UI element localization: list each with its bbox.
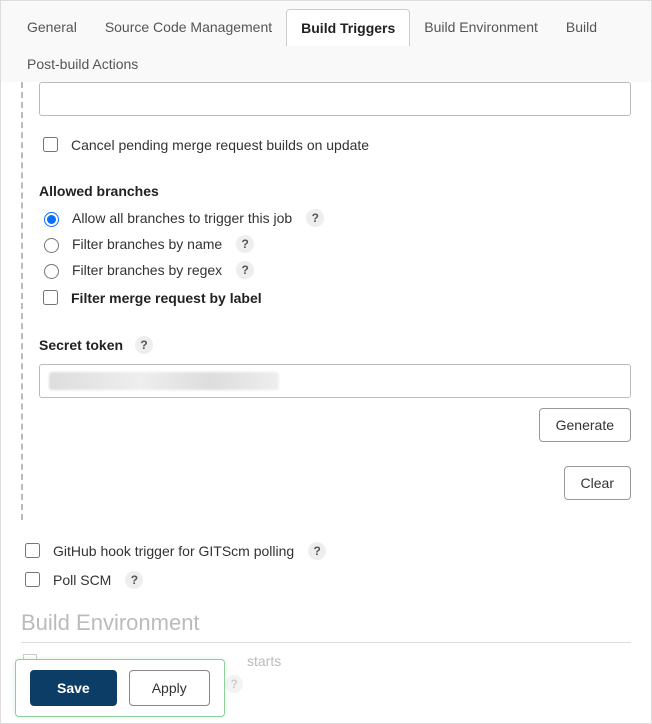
tab-scm[interactable]: Source Code Management [91,9,286,46]
apply-button[interactable]: Apply [129,670,210,706]
tab-build-environment[interactable]: Build Environment [410,9,552,46]
help-icon[interactable]: ? [236,235,254,253]
faded-text-starts: starts [247,653,281,669]
save-button[interactable]: Save [30,670,117,706]
filter-name-label: Filter branches by name [72,236,222,252]
filter-label-checkbox[interactable] [43,290,58,305]
poll-scm-checkbox[interactable] [25,572,40,587]
allow-all-radio[interactable] [44,212,59,227]
footer-action-bar: Save Apply [15,659,225,717]
trigger-group: Cancel pending merge request builds on u… [21,82,631,520]
help-icon: ? [225,675,243,693]
cancel-pending-label: Cancel pending merge request builds on u… [71,137,369,153]
tab-bar: General Source Code Management Build Tri… [1,1,651,82]
cancel-pending-checkbox[interactable] [43,137,58,152]
filter-regex-label: Filter branches by regex [72,262,222,278]
content-area: Cancel pending merge request builds on u… [1,82,651,723]
allow-all-label: Allow all branches to trigger this job [72,210,292,226]
tab-post-build-actions[interactable]: Post-build Actions [13,46,152,82]
github-hook-checkbox[interactable] [25,543,40,558]
help-icon[interactable]: ? [308,542,326,560]
tab-general[interactable]: General [13,9,91,46]
filter-regex-radio[interactable] [44,264,59,279]
filter-label-label: Filter merge request by label [71,290,262,306]
github-hook-label: GitHub hook trigger for GITScm polling [53,543,294,559]
allowed-branches-title: Allowed branches [39,183,631,199]
secret-token-title: Secret token [39,337,123,353]
build-environment-heading: Build Environment [21,610,631,636]
filter-name-radio[interactable] [44,238,59,253]
help-icon[interactable]: ? [306,209,324,227]
divider [21,642,631,643]
tab-build[interactable]: Build [552,9,611,46]
help-icon[interactable]: ? [135,336,153,354]
trigger-url-input[interactable] [39,82,631,116]
poll-scm-label: Poll SCM [53,572,111,588]
tab-build-triggers[interactable]: Build Triggers [286,9,410,46]
help-icon[interactable]: ? [125,571,143,589]
help-icon[interactable]: ? [236,261,254,279]
secret-token-input[interactable] [39,364,631,398]
clear-button[interactable]: Clear [564,466,631,500]
generate-button[interactable]: Generate [539,408,631,442]
